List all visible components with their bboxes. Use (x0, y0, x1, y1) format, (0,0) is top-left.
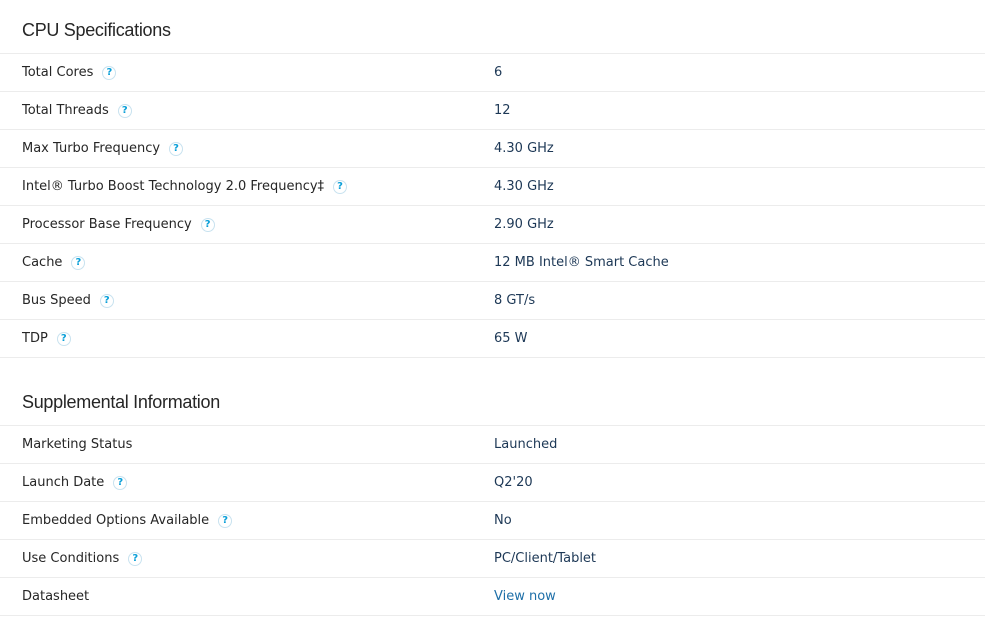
spec-row-max-turbo-frequency: Max Turbo Frequency? 4.30 GHz (0, 130, 985, 168)
spec-row-tdp: TDP? 65 W (0, 320, 985, 358)
help-icon[interactable]: ? (128, 551, 143, 566)
help-icon[interactable]: ? (56, 331, 71, 346)
spec-label: Marketing Status (22, 437, 133, 452)
spec-row-total-threads: Total Threads? 12 (0, 92, 985, 130)
spec-row-total-cores: Total Cores? 6 (0, 54, 985, 92)
cpu-specs-table: Total Cores? 6 Total Threads? 12 Max Tur… (0, 53, 985, 358)
spec-value: Q2'20 (494, 475, 533, 490)
spec-label: TDP (22, 331, 48, 346)
help-icon[interactable]: ? (117, 103, 132, 118)
spec-value: 8 GT/s (494, 293, 536, 308)
spec-row-launch-date: Launch Date? Q2'20 (0, 464, 985, 502)
spec-page: CPU Specifications Total Cores? 6 Total … (0, 0, 987, 621)
spec-row-marketing-status: Marketing Status Launched (0, 426, 985, 464)
spec-label: Bus Speed (22, 293, 91, 308)
spec-label: Use Conditions (22, 551, 120, 566)
help-icon[interactable]: ? (200, 217, 215, 232)
spec-row-embedded-options: Embedded Options Available? No (0, 502, 985, 540)
spec-label: Total Threads (22, 103, 109, 118)
spec-row-use-conditions: Use Conditions? PC/Client/Tablet (0, 540, 985, 578)
spec-label: Cache (22, 255, 63, 270)
spec-label: Datasheet (22, 589, 90, 604)
spec-label: Max Turbo Frequency (22, 141, 161, 156)
spec-value: PC/Client/Tablet (494, 551, 597, 566)
help-icon[interactable]: ? (218, 513, 233, 528)
spec-value: 12 (494, 103, 511, 118)
help-icon[interactable]: ? (113, 475, 128, 490)
help-icon[interactable]: ? (102, 65, 117, 80)
spec-row-cache: Cache? 12 MB Intel® Smart Cache (0, 244, 985, 282)
spec-row-base-frequency: Processor Base Frequency? 2.90 GHz (0, 206, 985, 244)
spec-row-bus-speed: Bus Speed? 8 GT/s (0, 282, 985, 320)
help-icon[interactable]: ? (333, 179, 348, 194)
spec-label: Processor Base Frequency (22, 217, 192, 232)
spec-row-turbo-boost-frequency: Intel® Turbo Boost Technology 2.0 Freque… (0, 168, 985, 206)
supplemental-table: Marketing Status Launched Launch Date? Q… (0, 425, 985, 616)
spec-value: 65 W (494, 331, 528, 346)
spec-value: 12 MB Intel® Smart Cache (494, 255, 669, 270)
spec-label: Intel® Turbo Boost Technology 2.0 Freque… (22, 179, 325, 194)
spec-label: Total Cores (22, 65, 94, 80)
spec-value: 4.30 GHz (494, 141, 554, 156)
datasheet-view-link[interactable]: View now (494, 589, 556, 604)
spec-label: Embedded Options Available (22, 513, 210, 528)
help-icon[interactable]: ? (71, 255, 86, 270)
spec-label: Launch Date (22, 475, 105, 490)
spec-row-datasheet: Datasheet View now (0, 578, 985, 616)
help-icon[interactable]: ? (169, 141, 184, 156)
cpu-specs-title: CPU Specifications (22, 20, 171, 40)
spec-value: Launched (494, 437, 558, 452)
spec-value: No (494, 513, 512, 528)
spec-value: 4.30 GHz (494, 179, 554, 194)
help-icon[interactable]: ? (99, 293, 114, 308)
spec-value: 2.90 GHz (494, 217, 554, 232)
spec-value: 6 (494, 65, 503, 80)
supplemental-title: Supplemental Information (22, 392, 220, 412)
